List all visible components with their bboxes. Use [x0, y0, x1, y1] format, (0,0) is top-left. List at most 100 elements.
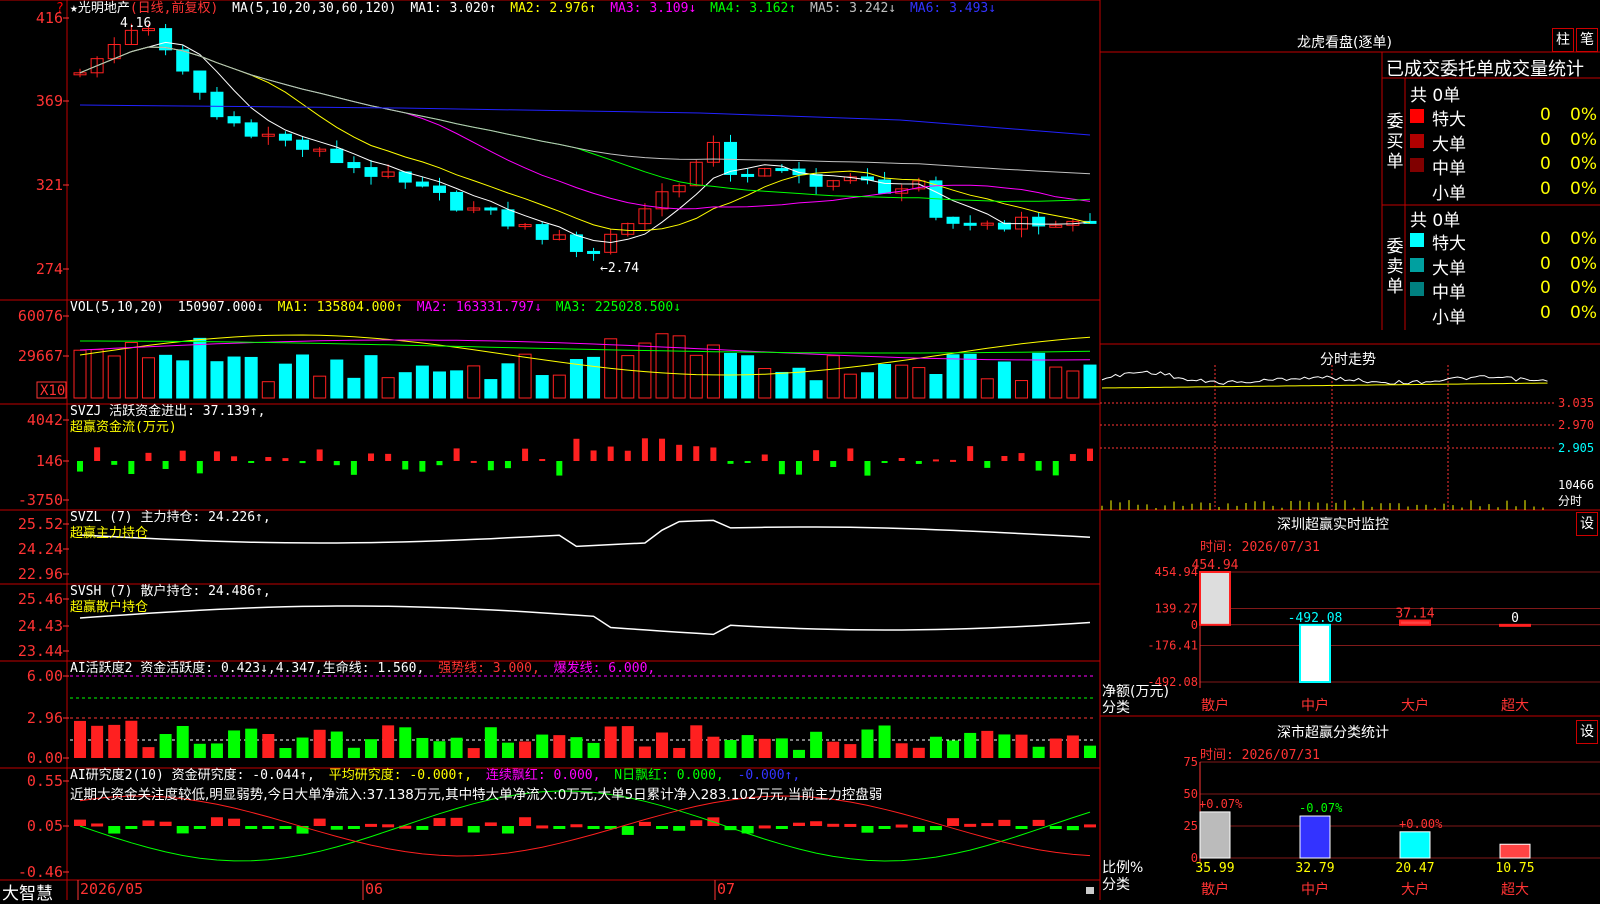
volume-bar [296, 354, 310, 399]
flow-bar [333, 461, 340, 466]
volume-bar [638, 342, 652, 399]
bar-mode-button[interactable]: 柱 [1552, 28, 1574, 52]
tick-mode-button[interactable]: 笔 [1576, 28, 1598, 52]
flow-bar [778, 461, 785, 475]
research-bar [570, 824, 583, 828]
research-bar [1066, 826, 1079, 831]
date-label: 2026/05 [80, 880, 143, 898]
order-percent: 0% [1570, 253, 1597, 274]
monitor-settings-button[interactable]: 设 [1576, 512, 1598, 536]
ai-research-last: -0.000↑, [737, 768, 801, 783]
candle-body [946, 216, 960, 224]
research-bar [810, 821, 823, 826]
monitor-xlabel: 分类 [1102, 700, 1130, 716]
candle-body [432, 185, 446, 193]
research-bar [912, 826, 925, 832]
research-bar [193, 826, 206, 829]
active-bar [929, 736, 942, 758]
active-bar [861, 729, 874, 758]
volume-bar [655, 333, 669, 399]
classify-category: 超大 [1501, 882, 1529, 898]
active-bar [690, 725, 703, 758]
candle-body [227, 116, 241, 124]
volume-bar [741, 355, 755, 399]
active-bar [125, 720, 138, 758]
active-bar [433, 741, 446, 758]
volume-bar [313, 375, 327, 399]
vol-ma3: MA3: 225028.500↓ [555, 300, 682, 315]
intraday-unit: 分时 [1558, 494, 1582, 508]
svzj-sub: 超赢资金流(万元) [70, 420, 177, 435]
volume-bar [501, 363, 515, 399]
order-percent: 0% [1570, 178, 1597, 199]
candle-body [792, 168, 806, 176]
svzj-tick: -3750 [18, 491, 63, 509]
active-bar [998, 734, 1011, 758]
volume-bar [1066, 370, 1080, 399]
active-bar [844, 744, 857, 758]
active-bar [827, 741, 840, 758]
monitor-bar [1299, 623, 1331, 683]
flow-bar [299, 461, 306, 464]
active-bar [228, 730, 241, 758]
flow-bar [1052, 461, 1059, 476]
candle-body [330, 148, 344, 164]
ma2-value: MA2: 2.976↑ [510, 1, 597, 16]
volume-bar [689, 354, 703, 399]
research-bar [347, 826, 360, 829]
order-percent: 0% [1570, 154, 1597, 174]
order-size-label: 特大 [1432, 234, 1466, 254]
date-label: 06 [365, 880, 383, 898]
ma3-value: MA3: 3.109↓ [610, 1, 697, 16]
intraday-title: 分时走势 [1320, 352, 1376, 368]
flow-bar [676, 444, 683, 461]
active-bar [587, 742, 600, 758]
research-bar [228, 818, 241, 826]
corner-mark[interactable]: ? [56, 1, 64, 17]
flow-bar [607, 446, 614, 461]
order-count: 0 [1540, 129, 1551, 150]
vol-ma2: MA2: 163331.797↓ [416, 300, 542, 315]
volume-bar [1083, 364, 1097, 399]
active-bar [947, 740, 960, 758]
flow-bar [693, 446, 700, 461]
intraday-vol-label: 10466 [1558, 478, 1594, 492]
flow-bar [1035, 461, 1042, 471]
research-bar [450, 817, 463, 826]
flow-bar [179, 450, 186, 461]
intraday-avg-line [1101, 382, 1548, 389]
volume-bar [210, 361, 224, 399]
flow-bar [624, 450, 631, 461]
active-bar [467, 748, 480, 758]
order-count: 0 [1540, 154, 1551, 174]
svzl-tick: 24.24 [18, 540, 63, 558]
flow-bar [402, 461, 409, 470]
price-tick: 274 [36, 260, 63, 278]
flow-bar [761, 454, 768, 461]
volume-tick: 29667 [18, 347, 63, 365]
research-bar [844, 823, 857, 827]
research-bar [176, 826, 189, 834]
order-count: 0 [1540, 253, 1551, 274]
active-bar [638, 746, 651, 758]
active-bar [964, 732, 977, 758]
active-bar [399, 727, 412, 758]
research-bar [690, 820, 703, 826]
research-bar [621, 826, 634, 835]
color-swatch [1410, 109, 1424, 123]
volume-bar [432, 371, 446, 399]
classify-title: 深市超赢分类统计 [1277, 725, 1389, 741]
flow-bar [385, 453, 392, 461]
stock-name[interactable]: ★光明地产 [70, 1, 130, 16]
classify-settings-button[interactable]: 设 [1576, 720, 1598, 744]
active-bar [313, 729, 326, 758]
ai-active-tick: 2.96 [27, 709, 63, 727]
flow-bar [504, 461, 511, 469]
active-bar [1049, 738, 1062, 758]
volume-bar [415, 365, 429, 399]
period-label: (日线,前复权) [129, 1, 219, 16]
sell-total: 共 0单 [1410, 211, 1461, 231]
color-swatch [1410, 182, 1424, 197]
research-bar [279, 826, 292, 829]
flow-bar [898, 457, 905, 461]
